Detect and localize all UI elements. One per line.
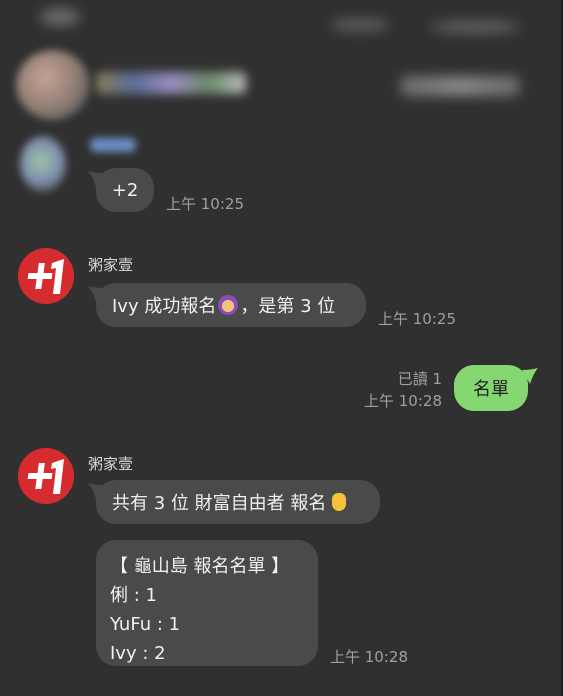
sender-name[interactable]: 粥家壹 bbox=[88, 254, 133, 275]
self-message-bubble[interactable]: 名單 bbox=[454, 365, 538, 411]
avatar-plus-one[interactable] bbox=[18, 448, 74, 504]
message-text-before: Ivy 成功報名 bbox=[112, 296, 217, 317]
bubble-tail-icon bbox=[88, 171, 104, 187]
redacted-small bbox=[90, 138, 136, 152]
message-text-after: ，是第 3 位 bbox=[240, 296, 336, 317]
raised-hand-emoji-icon bbox=[332, 493, 347, 511]
message-text: 共有 3 位 財富自由者 報名 bbox=[112, 493, 327, 514]
woman-supervillain-emoji-icon bbox=[218, 295, 239, 315]
read-receipt: 已讀 1 bbox=[397, 370, 442, 388]
message-time: 上午 10:28 bbox=[364, 392, 442, 410]
avatar-plus-one[interactable] bbox=[18, 248, 74, 304]
message-bubble[interactable]: Ivy 成功報名 ，是第 3 位 bbox=[88, 283, 366, 327]
message-text: 名單 bbox=[473, 379, 509, 400]
message-time: 上午 10:25 bbox=[166, 195, 244, 213]
message-bubble-plus-two[interactable]: +2 bbox=[88, 168, 154, 212]
plus-one-logo-icon bbox=[18, 448, 74, 504]
bubble-tail-icon bbox=[88, 483, 104, 499]
message-time: 上午 10:25 bbox=[378, 310, 456, 328]
plus-one-logo-icon bbox=[18, 248, 74, 304]
list-line-title: 【 龜山島 報名名單 】 bbox=[110, 556, 290, 577]
redacted-header bbox=[0, 0, 563, 40]
chat-window: +2 上午 10:25 粥家壹 Ivy 成功報名 ，是第 3 位 上午 10:2… bbox=[0, 0, 563, 696]
message-time: 上午 10:28 bbox=[330, 648, 408, 666]
redacted-avatar-2[interactable] bbox=[20, 136, 66, 192]
message-text: +2 bbox=[111, 179, 139, 201]
bubble-tail-icon bbox=[522, 368, 538, 384]
bubble-tail-icon bbox=[88, 286, 104, 302]
redacted-avatar[interactable] bbox=[16, 50, 90, 120]
sender-name[interactable]: 粥家壹 bbox=[88, 453, 133, 474]
redacted-name bbox=[96, 72, 246, 94]
list-line: Ivy : 2 bbox=[110, 643, 166, 664]
list-line: YuFu : 1 bbox=[110, 614, 181, 635]
redacted-info bbox=[400, 76, 520, 96]
message-bubble[interactable]: 共有 3 位 財富自由者 報名 bbox=[88, 480, 380, 524]
list-message-bubble[interactable]: 【 龜山島 報名名單 】 俐 : 1 YuFu : 1 Ivy : 2 bbox=[96, 540, 318, 666]
list-line: 俐 : 1 bbox=[110, 585, 157, 606]
